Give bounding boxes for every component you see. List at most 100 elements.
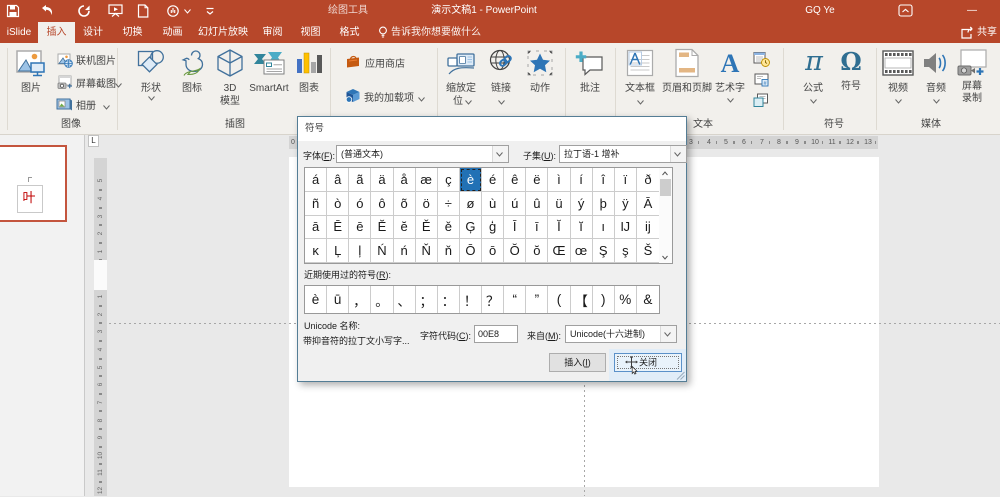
- tab-审阅[interactable]: 审阅: [257, 22, 288, 43]
- customize-qat-icon[interactable]: [205, 6, 215, 16]
- symbol-cell[interactable]: í: [570, 168, 593, 192]
- symbol-cell[interactable]: Ě: [415, 215, 438, 240]
- scrollbar-thumb[interactable]: [660, 179, 671, 196]
- symbol-cell[interactable]: Ĭ: [548, 215, 571, 240]
- save-icon[interactable]: [6, 4, 20, 18]
- symbol-cell[interactable]: Ŏ: [504, 239, 527, 263]
- symbol-cell-selected[interactable]: è: [459, 168, 482, 192]
- symbol-cell[interactable]: þ: [592, 191, 615, 216]
- symbol-cell[interactable]: Ī: [504, 215, 527, 240]
- symbol-cell[interactable]: ń: [393, 239, 416, 263]
- symbol-cell[interactable]: ô: [371, 191, 394, 216]
- slide-thumbnail-1[interactable]: 叶: [0, 145, 67, 222]
- symbol-cell[interactable]: õ: [393, 191, 416, 216]
- symbol-cell[interactable]: Ň: [415, 239, 438, 263]
- combo-dropdown-button[interactable]: [492, 146, 508, 162]
- share-button[interactable]: 共享: [977, 22, 1000, 43]
- symbol-cell[interactable]: ĳ: [636, 216, 659, 240]
- symbol-cell[interactable]: ň: [437, 239, 460, 263]
- user-name[interactable]: GQ Ye: [790, 0, 850, 22]
- symbol-cell[interactable]: Ń: [371, 239, 394, 263]
- recent-symbol-cell[interactable]: “: [504, 286, 527, 313]
- recent-symbol-cell[interactable]: ：: [438, 286, 460, 313]
- symbol-cell[interactable]: Ō: [459, 239, 482, 263]
- symbol-cell[interactable]: â: [327, 168, 350, 192]
- combo-dropdown-button[interactable]: [670, 146, 686, 162]
- symbol-cell[interactable]: ò: [327, 191, 350, 216]
- insert-button[interactable]: 插入(I): [549, 353, 606, 372]
- tab-视图[interactable]: 视图: [295, 22, 326, 43]
- scroll-down-icon[interactable]: [659, 253, 671, 262]
- symbol-cell[interactable]: Ā: [636, 192, 659, 216]
- tab-切换[interactable]: 切换: [117, 22, 148, 43]
- tellme-box[interactable]: 告诉我你想要做什么: [391, 22, 521, 43]
- recent-symbol-cell[interactable]: ”: [526, 286, 549, 313]
- recent-symbol-cell[interactable]: è: [305, 286, 328, 313]
- symbol-cell[interactable]: å: [393, 168, 416, 192]
- recent-symbol-cell[interactable]: ū: [327, 286, 350, 313]
- recent-symbol-cell[interactable]: 、: [394, 286, 416, 313]
- tab-iSlide[interactable]: iSlide: [0, 22, 38, 43]
- symbol-cell[interactable]: ş: [614, 239, 637, 263]
- symbol-cell[interactable]: ļ: [349, 239, 372, 263]
- screenshot-button[interactable]: 屏幕截图: [76, 79, 116, 91]
- symbol-cell[interactable]: Ş: [592, 239, 615, 263]
- symbol-cell[interactable]: ì: [548, 168, 571, 192]
- newfile-icon[interactable]: [137, 4, 149, 18]
- symbol-cell[interactable]: Ĕ: [371, 215, 394, 240]
- symbol-cell[interactable]: ĸ: [305, 239, 328, 263]
- recent-symbol-cell[interactable]: ；: [416, 286, 438, 313]
- symbol-cell[interactable]: ÿ: [614, 191, 637, 216]
- symbol-cell[interactable]: ú: [504, 191, 527, 216]
- symbol-cell[interactable]: ù: [482, 191, 505, 216]
- symbol-cell[interactable]: Œ: [548, 239, 571, 263]
- symbol-cell[interactable]: ç: [437, 168, 460, 192]
- recent-symbol-cell[interactable]: (: [548, 286, 571, 313]
- symbol-cell[interactable]: Ļ: [327, 239, 350, 263]
- symbol-cell[interactable]: Ē: [327, 215, 350, 240]
- touch-mode-caret-icon[interactable]: [184, 9, 191, 14]
- ribbon-display-options-icon[interactable]: [898, 4, 913, 17]
- symbol-cell[interactable]: ã: [349, 168, 372, 192]
- picture-button[interactable]: [16, 48, 48, 98]
- minimize-button[interactable]: —: [962, 0, 982, 22]
- symbol-grid-scrollbar[interactable]: [659, 167, 673, 264]
- store-button[interactable]: 应用商店: [365, 59, 405, 71]
- symbol-cell[interactable]: ö: [415, 191, 438, 216]
- symbol-cell[interactable]: á: [305, 168, 328, 192]
- tab-设计[interactable]: 设计: [78, 22, 108, 43]
- symbol-cell[interactable]: ī: [526, 215, 549, 240]
- tab-幻灯片放映[interactable]: 幻灯片放映: [193, 22, 253, 43]
- recent-symbol-cell[interactable]: ？: [482, 286, 505, 313]
- symbol-cell[interactable]: ï: [614, 168, 637, 192]
- symbol-cell[interactable]: ð: [636, 168, 659, 192]
- symbol-cell[interactable]: æ: [415, 168, 438, 192]
- symbol-cell[interactable]: ñ: [305, 191, 328, 216]
- tab-动画[interactable]: 动画: [157, 22, 188, 43]
- font-combobox[interactable]: (普通文本): [336, 145, 509, 163]
- symbol-cell[interactable]: ÷: [437, 191, 460, 216]
- symbol-cell[interactable]: î: [592, 168, 615, 192]
- symbol-cell[interactable]: ä: [371, 168, 394, 192]
- symbol-cell[interactable]: û: [526, 191, 549, 216]
- redo-icon[interactable]: [77, 4, 91, 18]
- from-combobox[interactable]: Unicode(十六进制): [565, 325, 677, 343]
- tab-格式[interactable]: 格式: [334, 22, 365, 43]
- symbol-cell[interactable]: Š: [636, 239, 659, 263]
- symbol-cell[interactable]: ø: [459, 191, 482, 216]
- share-icon[interactable]: [960, 26, 974, 39]
- tab-插入[interactable]: 插入: [38, 22, 75, 43]
- symbol-cell[interactable]: ē: [349, 215, 372, 240]
- symbol-cell[interactable]: ō: [482, 239, 505, 263]
- touch-icon[interactable]: [166, 4, 180, 18]
- symbol-cell[interactable]: ě: [437, 215, 460, 240]
- symbol-cell[interactable]: ĕ: [393, 215, 416, 240]
- symbol-cell[interactable]: ģ: [482, 215, 505, 240]
- recent-symbol-cell[interactable]: &: [637, 286, 659, 313]
- charcode-input[interactable]: 00E8: [474, 325, 518, 343]
- photo-album-button[interactable]: 相册: [76, 101, 96, 113]
- symbol-cell[interactable]: œ: [570, 239, 593, 263]
- tab-type-selector-button[interactable]: L: [88, 135, 99, 147]
- recent-symbol-cell[interactable]: 【: [571, 286, 593, 313]
- symbol-cell[interactable]: Ĳ: [614, 215, 637, 240]
